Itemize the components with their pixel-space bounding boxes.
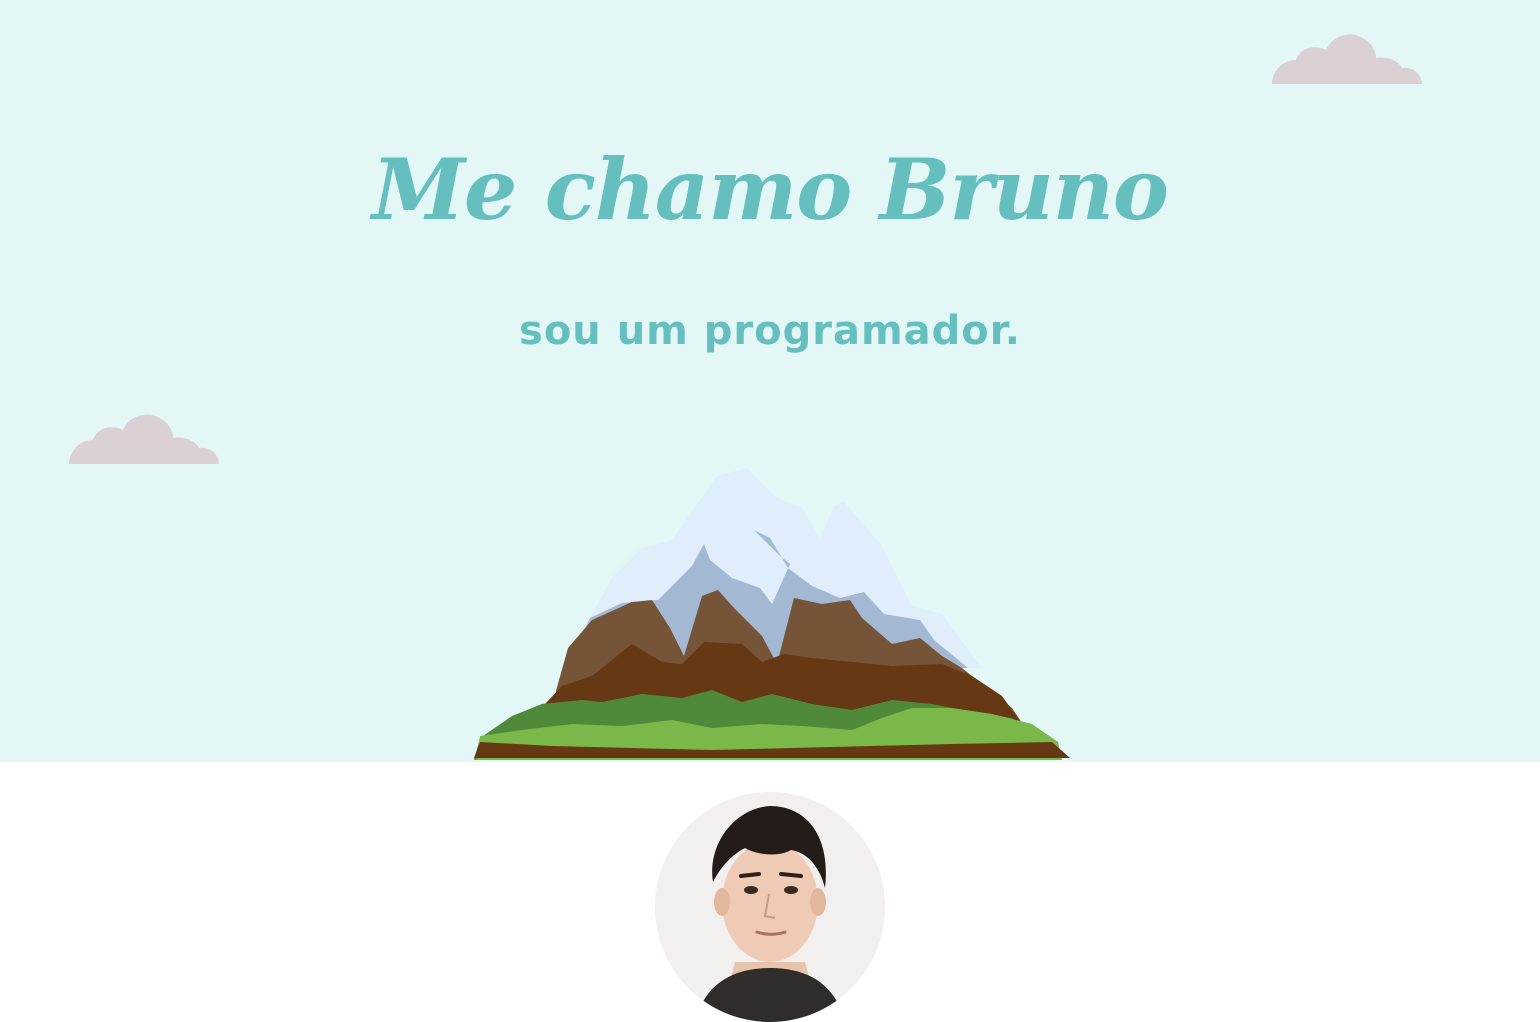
cloud-icon bbox=[69, 414, 219, 464]
page-subtitle: sou um programador. bbox=[519, 308, 1021, 354]
page-title: Me chamo Bruno bbox=[372, 140, 1169, 239]
hero-section: Me chamo Bruno sou um programador. bbox=[0, 0, 1540, 762]
mountain-illustration bbox=[474, 468, 1070, 760]
cloud-icon bbox=[1272, 34, 1422, 84]
profile-photo bbox=[655, 792, 885, 1022]
